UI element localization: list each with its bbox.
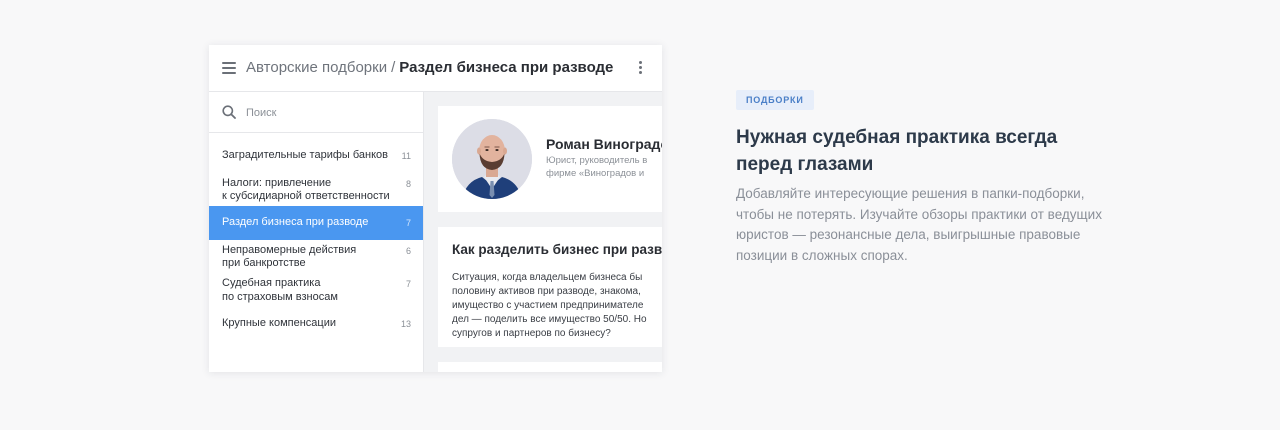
collection-item[interactable]: Судебная практика по страховым взносам 7	[209, 273, 423, 307]
search-input[interactable]	[246, 104, 406, 122]
collection-list: Заградительные тарифы банков 11 Налоги: пр…	[209, 139, 423, 341]
description-line: позиции в сложных спорах.	[736, 247, 908, 263]
collection-item[interactable]: Налоги: привлечение к субсидиарной ответс…	[209, 173, 423, 207]
headline-line: Нужная судебная практика всегда	[736, 127, 1058, 148]
collection-item-label: Неправомерные действия	[222, 243, 357, 256]
article-excerpt: Ситуация, когда владельцем бизнеса бы по…	[452, 271, 662, 341]
author-card[interactable]: Роман Виноградов Юрист, руководитель в ф…	[438, 106, 662, 212]
page: Авторские подборки / Раздел бизнеса при ра…	[0, 0, 1280, 430]
collection-item[interactable]: Раздел бизнеса при разводе 7	[209, 206, 423, 240]
breadcrumb-root[interactable]: Авторские подборки	[246, 59, 387, 76]
collection-item-count: 11	[401, 151, 411, 161]
description-line: чтобы не потерять. Изучайте обзоры практ…	[736, 206, 1102, 222]
article-card[interactable]: Как разделить бизнес при разводе Ситуаци…	[438, 227, 662, 347]
next-card	[438, 362, 662, 372]
promo-headline: Нужная судебная практика всегда перед гл…	[736, 124, 1096, 178]
description-line: Добавляйте интересующие решения в папки-…	[736, 186, 1085, 201]
app-window: Авторские подборки / Раздел бизнеса при ра…	[209, 45, 662, 372]
collection-item-label: при банкротстве	[222, 257, 306, 269]
search-icon	[222, 105, 236, 119]
content-pane: Роман Виноградов Юрист, руководитель в ф…	[424, 92, 662, 372]
hamburger-icon[interactable]	[222, 62, 236, 74]
breadcrumb: Авторские подборки / Раздел бизнеса при ра…	[246, 59, 613, 77]
article-line: Ситуация, когда владельцем бизнеса бы	[452, 272, 643, 283]
sidebar: Заградительные тарифы банков 11 Налоги: пр…	[209, 92, 424, 372]
collection-item-label: Налоги: привлечение	[222, 176, 332, 189]
author-name: Роман Виноградов	[546, 136, 662, 152]
author-role: Юрист, руководитель в фирме «Виноградов …	[546, 154, 662, 180]
breadcrumb-current: Раздел бизнеса при разводе	[399, 59, 614, 76]
description-line: юристов — резонансные дела, выигрышные п…	[736, 227, 1081, 242]
collection-item[interactable]: Крупные компенсации 13	[209, 307, 423, 341]
collection-item-label: Раздел бизнеса при разводе	[222, 216, 369, 228]
breadcrumb-separator: /	[391, 59, 396, 76]
promo-description: Добавляйте интересующие решения в папки-…	[736, 184, 1126, 266]
article-title: Как разделить бизнес при разводе	[452, 242, 662, 257]
collection-item-count: 7	[405, 279, 411, 289]
collection-item-label: по страховым взносам	[222, 290, 338, 303]
search-bar	[209, 92, 423, 133]
article-line: имущество с участием предпринимателе	[452, 300, 644, 311]
article-line: половину активов при разводе, знакома,	[452, 286, 641, 297]
collection-item[interactable]: Заградительные тарифы банков 11	[209, 139, 423, 173]
author-avatar	[452, 119, 532, 199]
headline-line: перед глазами	[736, 154, 874, 175]
article-line: супругов и партнеров по бизнесу?	[452, 328, 611, 339]
collection-item-label: к субсидиарной ответственности	[222, 190, 390, 202]
collection-item-count: 7	[405, 218, 411, 228]
author-role-line: Юрист, руководитель в	[546, 155, 648, 166]
collection-item-label: Крупные компенсации	[222, 316, 336, 329]
collection-item-count: 8	[405, 178, 411, 189]
article-line: дел — поделить все имущество 50/50. Но	[452, 314, 647, 325]
collection-item[interactable]: Неправомерные действия при банкротстве 6	[209, 240, 423, 274]
collection-item-label: Судебная практика	[222, 277, 321, 289]
section-badge: ПОДБОРКИ	[736, 90, 814, 110]
author-role-line: фирме «Виноградов и	[546, 168, 645, 179]
collection-item-count: 6	[405, 245, 411, 256]
collection-item-count: 13	[400, 318, 411, 329]
collection-item-label: Заградительные тарифы банков	[222, 149, 388, 161]
top-bar: Авторские подборки / Раздел бизнеса при ра…	[209, 45, 662, 92]
more-vertical-icon[interactable]	[639, 61, 643, 77]
